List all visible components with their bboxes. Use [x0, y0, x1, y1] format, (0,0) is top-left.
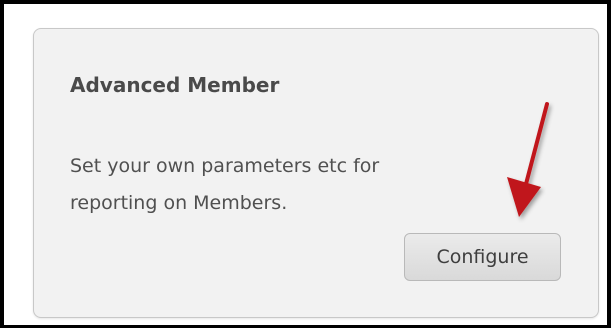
- annotation-arrow-icon: [507, 102, 549, 217]
- screenshot-frame: Advanced Member Set your own parameters …: [0, 0, 611, 328]
- card-title: Advanced Member: [70, 73, 280, 97]
- card-description: Set your own parameters etc for reportin…: [70, 148, 490, 222]
- card-description-line-2: reporting on Members.: [70, 192, 288, 214]
- configure-button[interactable]: Configure: [404, 233, 561, 281]
- card-description-line-1: Set your own parameters etc for: [70, 155, 380, 177]
